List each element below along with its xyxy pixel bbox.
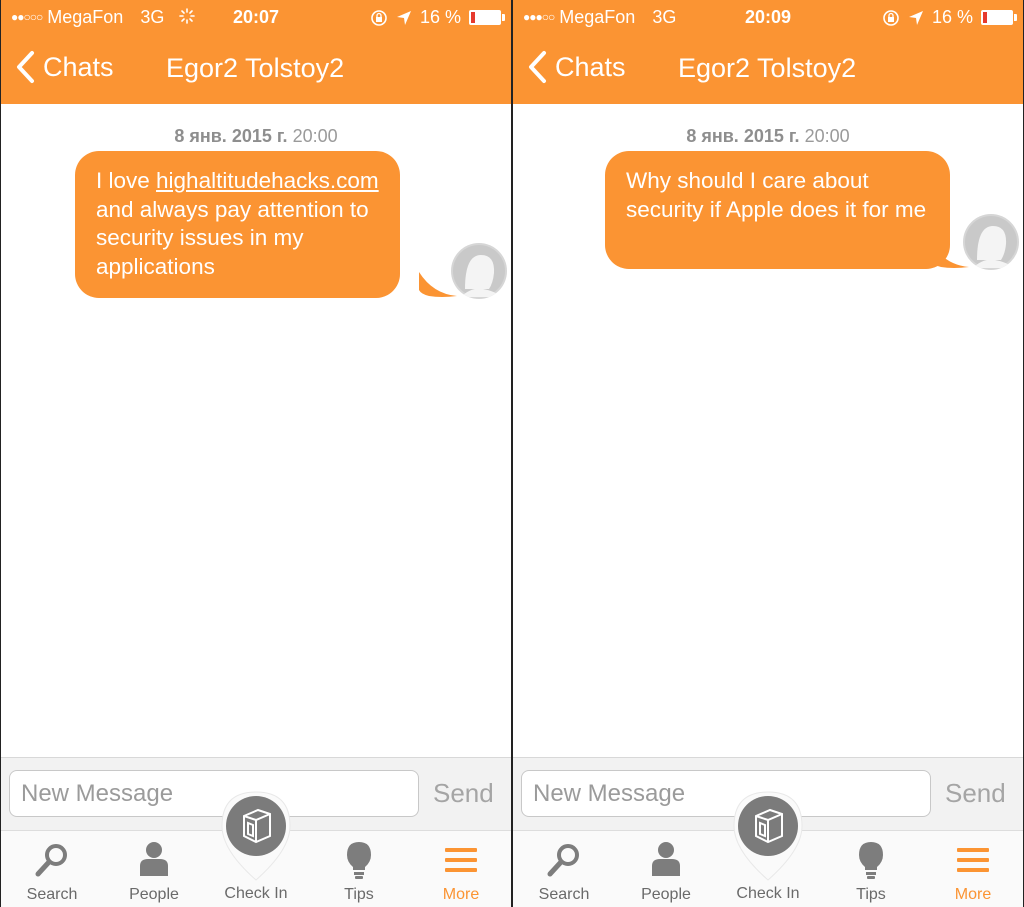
tips-icon <box>347 842 371 879</box>
people-icon <box>652 842 680 876</box>
orientation-lock-icon <box>883 9 899 26</box>
chevron-left-icon <box>529 51 546 83</box>
tab-check-in-label: Check In <box>224 885 288 902</box>
tab-more[interactable]: More <box>421 831 501 907</box>
chat-title: Egor2 Tolstoy2 <box>166 53 345 83</box>
tab-people-label: People <box>641 886 691 903</box>
message-text-start: I love <box>96 168 157 193</box>
tab-people-label: People <box>129 886 179 903</box>
message-bubble: I love highaltitudehacks.com and always … <box>75 151 400 298</box>
tab-tips-label: Tips <box>344 886 374 903</box>
location-arrow-icon <box>396 10 411 25</box>
message-date-day: 8 янв. 2015 г. <box>174 126 288 146</box>
back-label: Chats <box>555 51 626 82</box>
battery-icon <box>981 10 1017 25</box>
message-link[interactable]: highaltitudehacks.com <box>156 168 379 193</box>
avatar[interactable] <box>451 243 507 299</box>
message-input[interactable] <box>9 770 419 817</box>
more-icon <box>957 848 989 872</box>
message-date-day: 8 янв. 2015 г. <box>686 126 800 146</box>
message-text: Why should I care about security if Appl… <box>626 168 927 222</box>
orientation-lock-icon <box>371 9 387 26</box>
status-bar: ●●○○○ MegaFon 3G 20:07 16 % <box>11 6 505 30</box>
message-date: 8 янв. 2015 г. 20:00 <box>513 126 1023 147</box>
header: ●●○○○ MegaFon 3G 20:07 16 % Chats Egor2 … <box>1 0 511 104</box>
tips-icon <box>859 842 883 879</box>
battery-percent: 16 % <box>419 7 461 27</box>
tab-more[interactable]: More <box>933 831 1013 907</box>
search-icon <box>547 844 579 877</box>
battery-level <box>471 12 475 23</box>
tab-search[interactable]: Search <box>12 831 92 907</box>
tab-people[interactable]: People <box>626 831 706 907</box>
back-button[interactable]: Chats <box>527 50 626 84</box>
check-in-icon <box>733 791 803 881</box>
send-button[interactable]: Send <box>945 778 1006 809</box>
battery-percent: 16 % <box>931 7 973 27</box>
more-icon <box>445 848 477 872</box>
check-in-icon <box>221 791 291 881</box>
tab-more-label: More <box>954 886 992 903</box>
tab-check-in[interactable]: Check In <box>218 790 294 907</box>
tab-tips[interactable]: Tips <box>831 831 911 907</box>
back-label: Chats <box>43 51 114 82</box>
avatar-icon <box>453 245 505 297</box>
tab-check-in-label: Check In <box>736 885 800 902</box>
location-arrow-icon <box>908 10 923 25</box>
tab-more-label: More <box>442 886 480 903</box>
status-bar: ●●●○○ MegaFon 3G 20:09 16 % <box>523 6 1017 30</box>
tab-check-in[interactable]: Check In <box>730 790 806 907</box>
tab-tips-label: Tips <box>856 886 886 903</box>
chevron-left-icon <box>17 51 34 83</box>
chat-screen-2: ●●●○○ MegaFon 3G 20:09 16 % Chats Egor2 … <box>513 0 1023 907</box>
tab-search[interactable]: Search <box>524 831 604 907</box>
avatar-icon <box>965 216 1017 268</box>
message-input[interactable] <box>521 770 931 817</box>
battery-icon <box>469 10 505 25</box>
tab-people[interactable]: People <box>114 831 194 907</box>
back-button[interactable]: Chats <box>15 50 114 84</box>
send-button[interactable]: Send <box>433 778 494 809</box>
battery-level <box>983 12 987 23</box>
avatar[interactable] <box>963 214 1019 270</box>
people-icon <box>140 842 168 876</box>
chat-screen-1: ●●○○○ MegaFon 3G 20:07 16 % Chats Egor2 … <box>1 0 511 907</box>
tab-tips[interactable]: Tips <box>319 831 399 907</box>
chat-title: Egor2 Tolstoy2 <box>678 53 857 83</box>
header: ●●●○○ MegaFon 3G 20:09 16 % Chats Egor2 … <box>513 0 1023 104</box>
message-bubble: Why should I care about security if Appl… <box>605 151 950 269</box>
message-date: 8 янв. 2015 г. 20:00 <box>1 126 511 147</box>
search-icon <box>35 844 67 877</box>
message-date-time: 20:00 <box>804 126 850 146</box>
message-text-end: and always pay attention to security iss… <box>96 196 369 279</box>
tab-search-label: Search <box>538 886 590 903</box>
message-date-time: 20:00 <box>292 126 338 146</box>
tab-search-label: Search <box>26 886 78 903</box>
